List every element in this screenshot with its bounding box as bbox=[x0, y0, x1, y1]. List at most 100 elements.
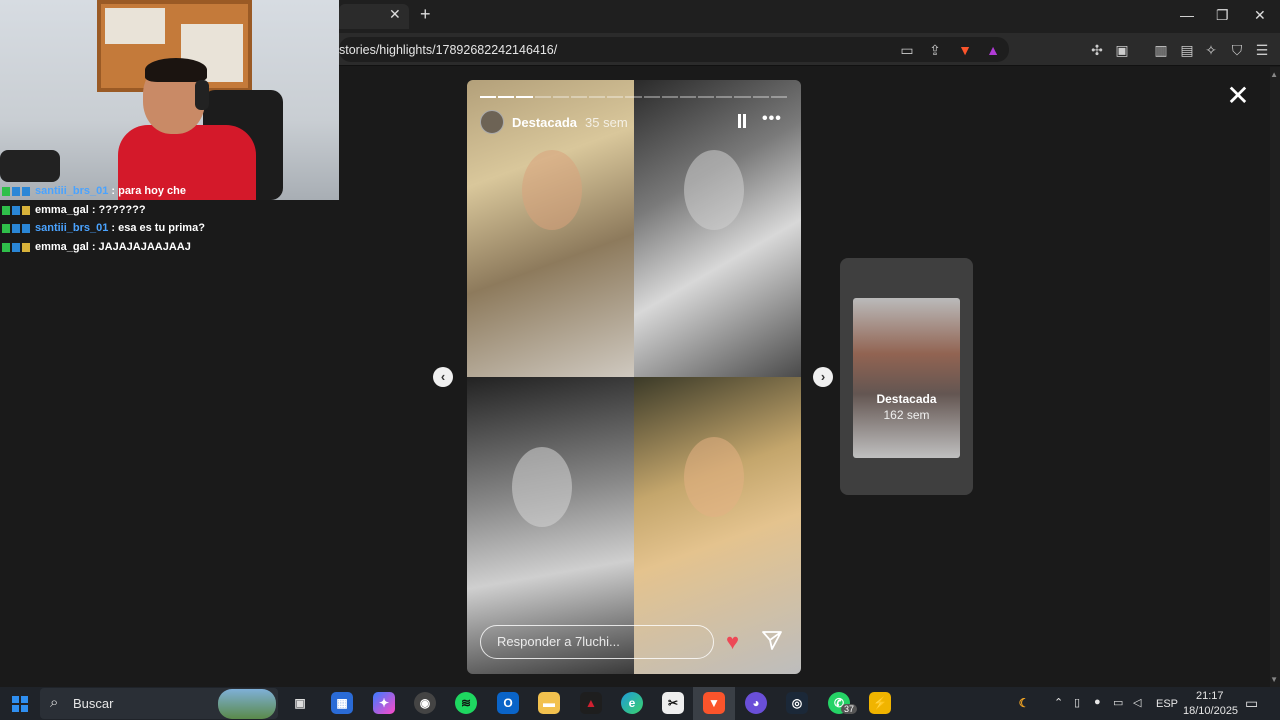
close-icon[interactable]: ✕ bbox=[1226, 82, 1250, 110]
discord-icon[interactable]: ◕ bbox=[745, 692, 767, 714]
share-icon[interactable]: ⇪ bbox=[927, 42, 943, 58]
progress-segment bbox=[607, 96, 624, 98]
progress-segment bbox=[480, 96, 497, 98]
chat-message: emma_gal: ??????? bbox=[2, 201, 205, 220]
cast-icon[interactable]: ▭ bbox=[899, 42, 915, 58]
chat-badge-icon bbox=[2, 224, 10, 234]
task-view-icon[interactable]: ▣ bbox=[289, 692, 311, 714]
wallet-icon[interactable]: ▤ bbox=[1179, 42, 1195, 58]
previous-story-button[interactable]: ‹ bbox=[433, 367, 453, 387]
file-explorer-icon[interactable]: ▬ bbox=[538, 692, 560, 714]
chat-badge-icon bbox=[12, 224, 20, 234]
avatar[interactable] bbox=[480, 110, 504, 134]
chat-badge-icon bbox=[22, 205, 30, 215]
progress-segment bbox=[661, 96, 678, 98]
progress-segment bbox=[734, 96, 751, 98]
new-tab-button[interactable]: + bbox=[420, 4, 431, 25]
tray-device-icon[interactable]: ▯ bbox=[1074, 696, 1080, 709]
chat-text: : ??????? bbox=[91, 203, 146, 216]
microphone-icon[interactable]: ● bbox=[1094, 696, 1101, 708]
chat-badge-icon bbox=[2, 242, 10, 252]
menu-icon[interactable]: ☰ bbox=[1254, 42, 1270, 58]
pause-icon[interactable] bbox=[736, 114, 748, 128]
screen: ✕ + — ❐ ✕ stories/highlights/17892682242… bbox=[0, 0, 1280, 720]
progress-segment bbox=[570, 96, 588, 98]
more-options-icon[interactable]: ••• bbox=[762, 110, 782, 128]
edge-icon[interactable]: e bbox=[621, 692, 643, 714]
chat-badge-icon bbox=[22, 242, 30, 252]
face-shape bbox=[684, 150, 744, 230]
person-hair bbox=[145, 58, 207, 82]
progress-segment bbox=[643, 96, 660, 98]
scroll-down-icon[interactable]: ▼ bbox=[1270, 675, 1278, 684]
close-window-button[interactable]: ✕ bbox=[1254, 7, 1266, 24]
chat-badge-icon bbox=[2, 205, 10, 215]
weather-icon[interactable]: ☾ bbox=[1013, 692, 1035, 714]
chat-badge-icon bbox=[12, 186, 20, 196]
network-icon[interactable]: ▭ bbox=[1113, 696, 1123, 709]
url-text[interactable]: stories/highlights/17892682242146416/ bbox=[339, 43, 557, 57]
chat-badge-icon bbox=[2, 186, 10, 196]
next-story-button[interactable]: › bbox=[813, 367, 833, 387]
search-label[interactable]: Buscar bbox=[73, 696, 113, 711]
vpn-icon[interactable]: ⛉ bbox=[1229, 42, 1245, 58]
progress-segment bbox=[679, 96, 697, 98]
chat-username[interactable]: santiii_brs_01 bbox=[35, 221, 108, 236]
kick-studio-icon[interactable]: ⚡ bbox=[869, 692, 891, 714]
story-card[interactable]: Destacada 35 sem ••• Responder a 7luchi.… bbox=[467, 80, 801, 674]
obs-icon[interactable]: ◉ bbox=[414, 692, 436, 714]
progress-segment bbox=[716, 96, 733, 98]
scrollbar[interactable]: ▲ ▼ bbox=[1270, 67, 1280, 687]
chat-badge-icon bbox=[12, 205, 20, 215]
chat-message: emma_gal: JAJAJAJAAJAAJ bbox=[2, 238, 205, 257]
heart-icon[interactable]: ♥ bbox=[726, 631, 739, 653]
preview-title: Destacada bbox=[876, 392, 937, 406]
reader-icon[interactable]: ▣ bbox=[1114, 42, 1130, 58]
whatsapp-badge: 37 bbox=[841, 704, 858, 714]
tab-close-icon[interactable]: ✕ bbox=[389, 6, 401, 23]
chat-badge-icon bbox=[12, 242, 20, 252]
volume-icon[interactable]: ◁ bbox=[1133, 696, 1141, 709]
progress-segment bbox=[498, 96, 515, 98]
headset bbox=[195, 80, 209, 110]
brave-icon[interactable]: ▼ bbox=[703, 692, 725, 714]
brave-shields-icon[interactable]: ▼ bbox=[957, 42, 973, 58]
story-header: Destacada 35 sem bbox=[480, 110, 628, 134]
sidebar-icon[interactable]: ▥ bbox=[1153, 42, 1169, 58]
chat-text: : JAJAJAJAAJAAJ bbox=[91, 240, 191, 253]
preview-thumbnail bbox=[853, 298, 960, 458]
brave-rewards-icon[interactable]: ▲ bbox=[985, 42, 1001, 58]
chat-username[interactable]: santiii_brs_01 bbox=[35, 184, 108, 199]
windows-start-icon[interactable] bbox=[12, 696, 28, 712]
face-shape bbox=[512, 447, 572, 527]
story-progress bbox=[480, 96, 787, 98]
copilot-icon[interactable]: ✦ bbox=[373, 692, 395, 714]
chat-message: santiii_brs_01: esa es tu prima? bbox=[2, 219, 205, 238]
progress-segment bbox=[752, 96, 769, 98]
reply-input[interactable]: Responder a 7luchi... bbox=[480, 625, 714, 659]
capcut-alt-icon[interactable]: ✂ bbox=[662, 692, 684, 714]
minimize-button[interactable]: — bbox=[1180, 7, 1194, 23]
store-icon[interactable]: ▦ bbox=[331, 692, 353, 714]
maximize-button[interactable]: ❐ bbox=[1216, 7, 1229, 24]
outlook-icon[interactable]: O bbox=[497, 692, 519, 714]
chat-badge-icon bbox=[22, 186, 30, 196]
clock-date[interactable]: 18/10/2025 bbox=[1183, 705, 1238, 717]
story-username[interactable]: Destacada bbox=[512, 115, 577, 130]
send-icon[interactable] bbox=[761, 629, 783, 651]
scroll-up-icon[interactable]: ▲ bbox=[1270, 70, 1278, 79]
steam-icon[interactable]: ◎ bbox=[786, 692, 808, 714]
tray-chevron-icon[interactable]: ⌃ bbox=[1054, 696, 1063, 709]
chat-username[interactable]: emma_gal bbox=[35, 240, 89, 255]
progress-segment bbox=[534, 96, 551, 98]
capcut-icon[interactable]: ▲ bbox=[580, 692, 602, 714]
chat-username[interactable]: emma_gal bbox=[35, 203, 89, 218]
spotify-icon[interactable]: ≋ bbox=[455, 692, 477, 714]
progress-segment bbox=[698, 96, 715, 98]
language-indicator[interactable]: ESP bbox=[1156, 698, 1178, 710]
next-highlight-preview[interactable]: Destacada 162 sem bbox=[840, 258, 973, 495]
leo-ai-icon[interactable]: ✧ bbox=[1203, 42, 1219, 58]
extensions-icon[interactable]: ✣ bbox=[1089, 42, 1105, 58]
notifications-icon[interactable]: ▭ bbox=[1245, 695, 1258, 712]
clock-time[interactable]: 21:17 bbox=[1196, 690, 1224, 702]
